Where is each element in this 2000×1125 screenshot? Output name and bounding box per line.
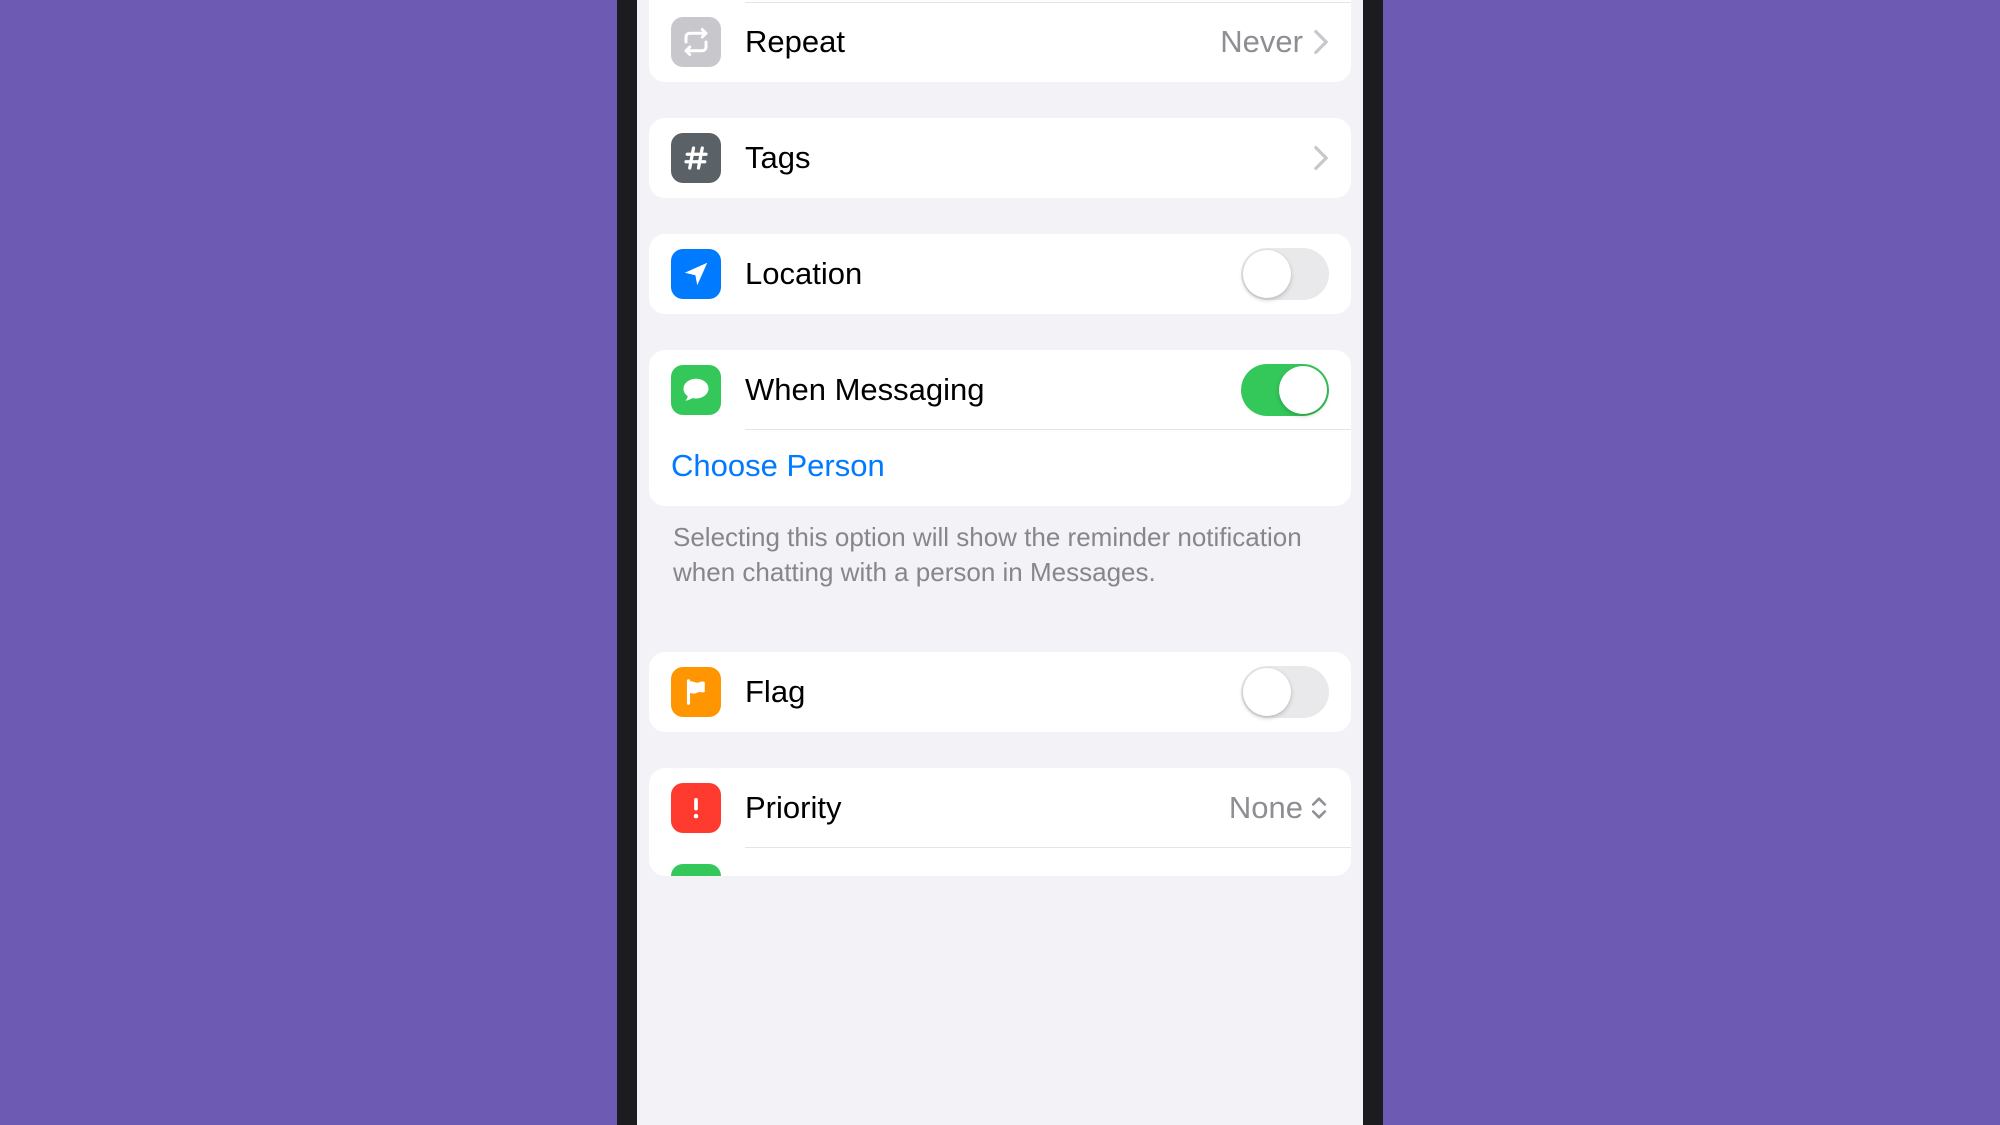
tags-row[interactable]: Tags [649, 118, 1351, 198]
choose-person-link: Choose Person [671, 448, 885, 483]
repeat-value: Never [1220, 24, 1303, 60]
repeat-row[interactable]: Repeat Never [649, 2, 1351, 82]
group-tags: Tags [649, 118, 1351, 198]
location-toggle[interactable] [1241, 248, 1329, 300]
group-location: Location [649, 234, 1351, 314]
device-frame: Repeat Never [617, 0, 1383, 1125]
exclamation-icon [671, 783, 721, 833]
chevron-right-icon [1313, 145, 1329, 171]
group-priority: Priority None [649, 768, 1351, 876]
group-messaging: When Messaging Choose Person [649, 350, 1351, 506]
messaging-row: When Messaging [649, 350, 1351, 430]
group-repeat: Repeat Never [649, 0, 1351, 82]
messaging-toggle[interactable] [1241, 364, 1329, 416]
chevron-right-icon [1313, 29, 1329, 55]
location-label: Location [745, 256, 1241, 292]
next-row-peek [649, 848, 1351, 876]
screen: Repeat Never [637, 0, 1363, 1125]
messaging-label: When Messaging [745, 372, 1241, 408]
up-down-arrows-icon [1309, 794, 1329, 822]
flag-toggle[interactable] [1241, 666, 1329, 718]
speech-bubble-icon [671, 365, 721, 415]
group-flag: Flag [649, 652, 1351, 732]
priority-value: None [1229, 790, 1303, 826]
location-arrow-icon [671, 249, 721, 299]
repeat-icon [671, 17, 721, 67]
flag-row: Flag [649, 652, 1351, 732]
priority-row[interactable]: Priority None [649, 768, 1351, 848]
settings-content: Repeat Never [637, 0, 1363, 876]
next-icon-peek [671, 864, 721, 876]
flag-icon [671, 667, 721, 717]
hash-icon [671, 133, 721, 183]
flag-label: Flag [745, 674, 1241, 710]
location-row: Location [649, 234, 1351, 314]
tags-label: Tags [745, 140, 1313, 176]
choose-person-row[interactable]: Choose Person [649, 430, 1351, 506]
priority-label: Priority [745, 790, 1229, 826]
messaging-footer-text: Selecting this option will show the remi… [649, 506, 1351, 590]
repeat-label: Repeat [745, 24, 1220, 60]
